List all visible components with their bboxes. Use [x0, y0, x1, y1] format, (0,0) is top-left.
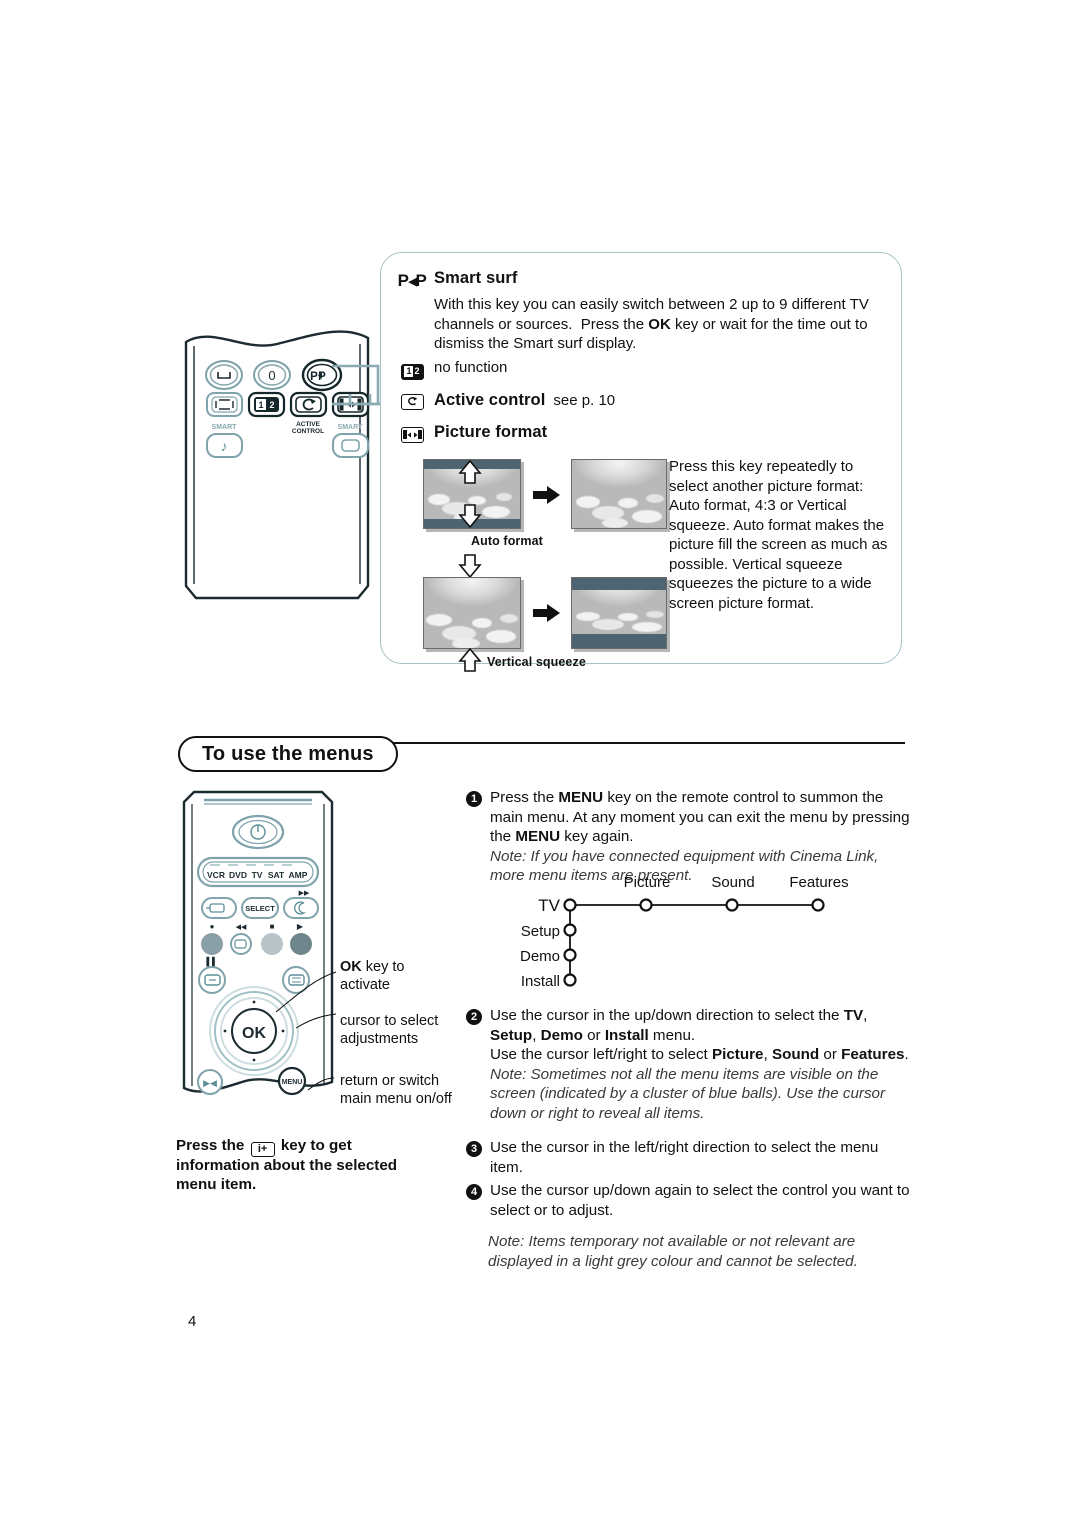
rt-key-smart-sound: ♪ [206, 433, 243, 458]
svg-text:ACTIVE: ACTIVE [296, 421, 321, 428]
step-1: 1 Press the MENU key on the remote contr… [466, 788, 910, 886]
picture-format-icon [399, 426, 425, 443]
svg-text:VCR: VCR [207, 870, 225, 880]
rb-key-standby [231, 814, 285, 850]
tree-col-picture: Picture [623, 874, 671, 891]
svg-text:P: P [310, 371, 318, 383]
svg-text:2: 2 [269, 400, 274, 410]
step-4: 4 Use the cursor up/down again to select… [466, 1181, 910, 1220]
callout-ok-key: OK key to activate [340, 959, 405, 993]
tree-row-setup: Setup [520, 923, 560, 940]
info-key-note: Press the i+ key to get information abou… [176, 1136, 436, 1195]
info-key-note-before: Press the [176, 1137, 245, 1154]
page-title: To use the menus [178, 736, 398, 772]
menu-tree-diagram: TV Setup Demo Install Picture Sound Feat… [506, 874, 866, 990]
key-description-card: P ◀ P Smart surf With this key you can eas… [380, 252, 902, 672]
smart-surf-body: With this key you can easily switch betw… [434, 296, 869, 352]
svg-text:SELECT: SELECT [245, 904, 275, 913]
tree-row-install: Install [520, 973, 560, 990]
auto-format-arrows-icon [458, 459, 482, 529]
svg-text:SMART: SMART [212, 424, 238, 431]
svg-text:AMP: AMP [289, 870, 308, 880]
auto-format-result-image [571, 459, 667, 529]
auto-format-caption: Auto format [471, 534, 543, 548]
svg-text:◀◀: ◀◀ [236, 924, 247, 931]
row-active-control: Active control see p. 10 [399, 391, 615, 410]
smart-surf-title: Smart surf [434, 269, 518, 287]
page-number: 4 [188, 1313, 197, 1330]
active-control-icon [399, 393, 425, 410]
svg-text:■: ■ [270, 922, 275, 931]
svg-text:0: 0 [268, 368, 275, 383]
vertical-squeeze-source-image [423, 577, 521, 649]
step-1-text: Press the MENU key on the remote control… [490, 789, 910, 884]
vertical-squeeze-caption: Vertical squeeze [487, 655, 586, 669]
svg-text:▶▶: ▶▶ [299, 890, 310, 897]
vertical-squeeze-result-image [571, 577, 667, 649]
tree-col-sound: Sound [711, 874, 755, 891]
transform-arrow-icon-2 [533, 604, 560, 622]
active-control-title: Active control [434, 391, 546, 409]
step-2-text: Use the cursor in the up/down direction … [490, 1007, 909, 1122]
step-3-bullet: 3 [466, 1141, 482, 1157]
rt-key-zero: 0 [253, 360, 291, 390]
row-no-function: 12 no function [399, 359, 508, 380]
rt-key-12: 1 2 [247, 391, 286, 418]
rb-source-selector: VCR DVD TV SAT AMP [196, 856, 320, 888]
svg-text:●: ● [210, 922, 215, 931]
step-2-bullet: 2 [466, 1009, 482, 1025]
row-smart-surf: P ◀ P Smart surf [397, 269, 885, 290]
active-control-suffix: see p. 10 [553, 392, 616, 409]
manual-page: 0 P P 1 2 [0, 0, 1080, 1528]
tree-row-demo: Demo [519, 948, 560, 965]
rt-key-active-control [289, 391, 328, 418]
step-3-text: Use the cursor in the left/right directi… [490, 1139, 879, 1176]
picture-format-body: Press this key repeatedly to select anot… [669, 458, 888, 612]
transform-arrow-icon [533, 486, 560, 504]
picture-format-title: Picture format [434, 423, 548, 441]
svg-text:1: 1 [258, 400, 263, 410]
row-picture-format: Picture format [399, 423, 548, 443]
svg-text:▶: ▶ [297, 922, 304, 931]
step-4-note: Note: Items temporary not available or n… [488, 1233, 858, 1270]
rt-key-smart-picture-2 [332, 433, 369, 458]
step-3: 3 Use the cursor in the left/right direc… [466, 1138, 910, 1177]
callout-menu: return or switch main menu on/off [340, 1073, 452, 1107]
step-1-bullet: 1 [466, 791, 482, 807]
step-4-text: Use the cursor up/down again to select t… [490, 1182, 910, 1219]
rt-key-smart-picture [206, 392, 243, 417]
svg-text:SAT: SAT [268, 870, 285, 880]
step-2: 2 Use the cursor in the up/down directio… [466, 1006, 910, 1123]
p-p-icon: P ◀ P [397, 271, 427, 290]
svg-text:▶◀: ▶◀ [203, 1078, 217, 1088]
twelve-key-icon: 12 [399, 363, 425, 380]
svg-text:▌▌: ▌▌ [206, 956, 217, 967]
vertical-squeeze-up-arrow-icon [458, 647, 482, 672]
callout-cursor: cursor to select adjustments [340, 1013, 439, 1047]
tree-row-tv: TV [538, 896, 560, 915]
svg-text:TV: TV [252, 870, 263, 880]
no-function-label: no function [434, 359, 508, 376]
vertical-squeeze-down-arrow-icon [458, 554, 482, 579]
svg-text:CONTROL: CONTROL [292, 428, 324, 435]
svg-text:P: P [318, 371, 326, 383]
svg-text:♪: ♪ [221, 438, 228, 454]
tree-col-features: Features [789, 874, 849, 891]
svg-text:DVD: DVD [229, 870, 247, 880]
i-plus-icon: i+ [250, 1142, 275, 1157]
rt-key-standby [205, 360, 243, 390]
step-4-bullet: 4 [466, 1184, 482, 1200]
